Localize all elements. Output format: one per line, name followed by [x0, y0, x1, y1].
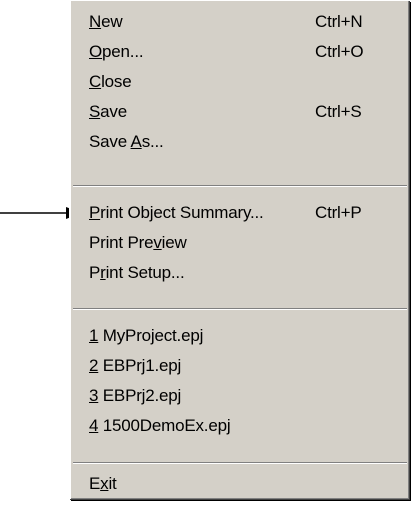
menu-item-label: Print Preview: [89, 233, 187, 252]
menu-item-recent-2[interactable]: 2 EBPrj1.epj: [71, 351, 407, 381]
menu-item-open[interactable]: Open... Ctrl+O: [71, 37, 407, 67]
menu-item-recent-4[interactable]: 4 1500DemoEx.epj: [71, 411, 407, 441]
menu-item-label: Print Setup...: [89, 263, 185, 282]
mnemonic: P: [89, 203, 101, 222]
menu-item-recent-1[interactable]: 1 MyProject.epj: [71, 321, 407, 351]
menu-item-print-preview[interactable]: Print Preview: [71, 228, 407, 258]
menu-item-recent-3[interactable]: 3 EBPrj2.epj: [71, 381, 407, 411]
menu-item-save[interactable]: Save Ctrl+S: [71, 97, 407, 127]
menu-item-label: 4 1500DemoEx.epj: [89, 416, 231, 435]
menu-item-label: 1 MyProject.epj: [89, 326, 204, 345]
mnemonic: C: [89, 72, 102, 91]
menu-item-shortcut: Ctrl+O: [315, 42, 364, 61]
mnemonic: 4: [89, 416, 99, 435]
menu-item-shortcut: Ctrl+S: [315, 102, 362, 121]
mnemonic: 1: [89, 326, 99, 345]
menu-item-shortcut: Ctrl+P: [315, 203, 362, 222]
menu-item-label: 2 EBPrj1.epj: [89, 356, 182, 375]
mnemonic: N: [89, 12, 102, 31]
menu-item-print-object-summary[interactable]: Print Object Summary... Ctrl+P: [71, 198, 407, 228]
mnemonic: A: [130, 132, 142, 151]
menu-item-label: Print Object Summary...: [89, 203, 264, 222]
mnemonic: v: [153, 233, 162, 252]
menu-item-label: Exit: [89, 474, 117, 493]
mnemonic: S: [89, 102, 101, 121]
menu-item-label: Open...: [89, 42, 144, 61]
menu-item-print-setup[interactable]: Print Setup...: [71, 258, 407, 288]
menu-separator: [73, 185, 407, 187]
menu-separator: [73, 308, 407, 310]
mnemonic: 3: [89, 386, 99, 405]
menu-item-close[interactable]: Close: [71, 67, 407, 97]
menu-separator: [73, 462, 407, 464]
mnemonic: 2: [89, 356, 99, 375]
file-menu: New Ctrl+N Open... Ctrl+O Close Save Ctr…: [69, 0, 409, 499]
menu-item-new[interactable]: New Ctrl+N: [71, 7, 407, 37]
mnemonic: O: [89, 42, 103, 61]
menu-item-label: 3 EBPrj2.epj: [89, 386, 182, 405]
menu-item-label: Close: [89, 72, 132, 91]
menu-item-exit[interactable]: Exit: [71, 469, 407, 499]
menu-item-label: Save As...: [89, 132, 164, 151]
menu-item-shortcut: Ctrl+N: [315, 12, 363, 31]
stage: New Ctrl+N Open... Ctrl+O Close Save Ctr…: [0, 0, 417, 510]
menu-item-label: Save: [89, 102, 127, 121]
menu-item-save-as[interactable]: Save As...: [71, 127, 407, 157]
menu-item-label: New: [89, 12, 123, 31]
